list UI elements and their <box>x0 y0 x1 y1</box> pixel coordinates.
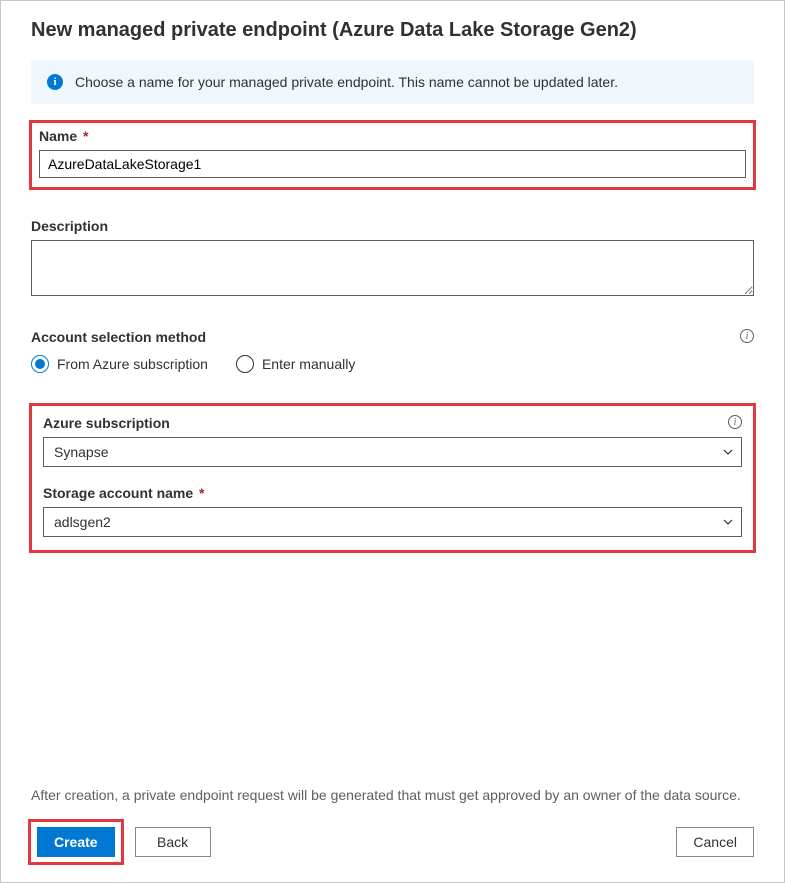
description-field-group: Description <box>31 218 754 299</box>
storage-account-select-wrap: adlsgen2 <box>43 507 742 537</box>
back-button[interactable]: Back <box>135 827 211 857</box>
radio-icon <box>31 355 49 373</box>
info-icon: i <box>47 74 63 90</box>
name-input[interactable] <box>39 150 746 178</box>
storage-account-select[interactable]: adlsgen2 <box>43 507 742 537</box>
required-marker: * <box>83 128 88 144</box>
create-button[interactable]: Create <box>37 827 115 857</box>
footer-note: After creation, a private endpoint reque… <box>31 786 754 806</box>
name-field-group: Name * <box>31 122 754 188</box>
subscription-label: Azure subscription <box>43 415 742 431</box>
footer-buttons: Create Back Cancel <box>31 822 754 862</box>
info-icon[interactable]: i <box>740 329 754 343</box>
required-marker: * <box>199 485 204 501</box>
info-banner-text: Choose a name for your managed private e… <box>75 74 618 90</box>
storage-account-field: Storage account name * adlsgen2 <box>43 485 742 537</box>
create-highlight: Create <box>31 822 121 862</box>
page-title: New managed private endpoint (Azure Data… <box>31 19 754 42</box>
subscription-storage-group: Azure subscription i Synapse Storage acc… <box>31 405 754 551</box>
subscription-select[interactable]: Synapse <box>43 437 742 467</box>
name-label: Name * <box>39 128 746 144</box>
name-label-text: Name <box>39 128 77 144</box>
storage-account-label: Storage account name * <box>43 485 742 501</box>
radio-from-subscription[interactable]: From Azure subscription <box>31 355 208 373</box>
account-method-label: Account selection method <box>31 329 754 345</box>
radio-enter-manually-label: Enter manually <box>262 356 355 372</box>
radio-from-subscription-label: From Azure subscription <box>57 356 208 372</box>
cancel-button[interactable]: Cancel <box>676 827 754 857</box>
description-input[interactable] <box>31 240 754 296</box>
storage-account-label-text: Storage account name <box>43 485 193 501</box>
panel-root: New managed private endpoint (Azure Data… <box>0 0 785 883</box>
description-label: Description <box>31 218 754 234</box>
info-banner: i Choose a name for your managed private… <box>31 60 754 104</box>
radio-icon <box>236 355 254 373</box>
account-method-group: Account selection method i From Azure su… <box>31 329 754 373</box>
radio-enter-manually[interactable]: Enter manually <box>236 355 355 373</box>
subscription-select-wrap: Synapse <box>43 437 742 467</box>
subscription-field: Azure subscription i Synapse <box>43 415 742 467</box>
info-icon[interactable]: i <box>728 415 742 429</box>
account-method-radio-row: From Azure subscription Enter manually <box>31 355 754 373</box>
